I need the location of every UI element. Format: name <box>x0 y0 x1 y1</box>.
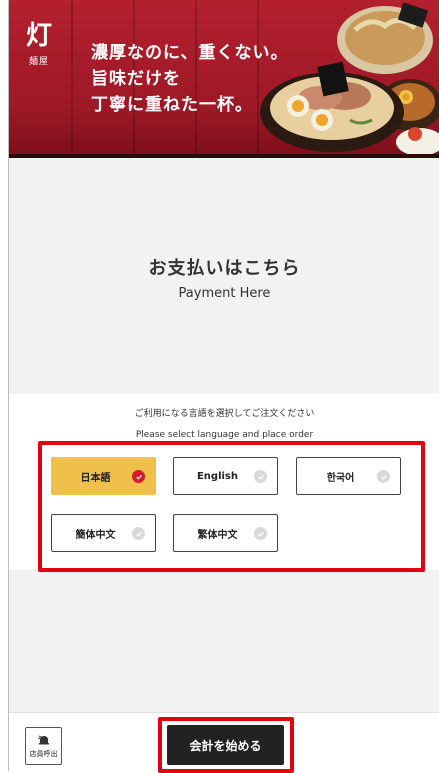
check-icon <box>132 527 145 540</box>
kiosk-screen: 灯 麺屋 濃厚なのに、重くない。 旨味だけを 丁寧に重ねた一杯。 お支払いはこち… <box>8 0 439 773</box>
call-staff-label: 店員呼出 <box>29 749 58 758</box>
check-icon <box>254 527 267 540</box>
lang-label: 한국어 <box>326 472 355 484</box>
payment-subtitle: Payment Here <box>178 286 271 301</box>
banner-bottom-stripe <box>9 154 439 158</box>
call-staff-button[interactable]: 店員呼出 <box>25 727 62 765</box>
lang-button-traditional-chinese[interactable]: 繁体中文 <box>173 514 278 552</box>
brand-logo: 灯 麺屋 <box>23 22 55 67</box>
brand-sub: 麺屋 <box>28 57 49 67</box>
lang-label: 日本語 <box>80 472 111 484</box>
brand-kanji: 灯 <box>25 21 52 51</box>
check-icon <box>132 470 145 483</box>
bottom-bar: 店員呼出 会計を始める <box>9 712 439 773</box>
language-section: ご利用になる言語を選択してご注文ください Please select langu… <box>9 394 439 572</box>
lang-button-english[interactable]: English <box>173 457 278 495</box>
check-icon <box>254 470 267 483</box>
start-checkout-button[interactable]: 会計を始める <box>167 725 284 765</box>
bell-icon <box>37 735 49 744</box>
payment-title: お支払いはこちら <box>148 258 301 279</box>
check-icon <box>377 470 390 483</box>
lang-button-korean[interactable]: 한국어 <box>296 457 401 495</box>
lang-label: 繁体中文 <box>197 529 238 541</box>
language-prompt-en: Please select language and place order <box>135 430 314 440</box>
hero-banner: 灯 麺屋 濃厚なのに、重くない。 旨味だけを 丁寧に重ねた一杯。 <box>9 0 439 158</box>
bowl-illustration <box>260 2 439 156</box>
lang-button-simplified-chinese[interactable]: 簡体中文 <box>51 514 156 552</box>
lang-button-japanese[interactable]: 日本語 <box>51 457 156 495</box>
lang-label: 簡体中文 <box>75 529 116 541</box>
lang-label: English <box>196 470 239 482</box>
language-prompt-jp: ご利用になる言語を選択してご注文ください <box>134 409 315 419</box>
